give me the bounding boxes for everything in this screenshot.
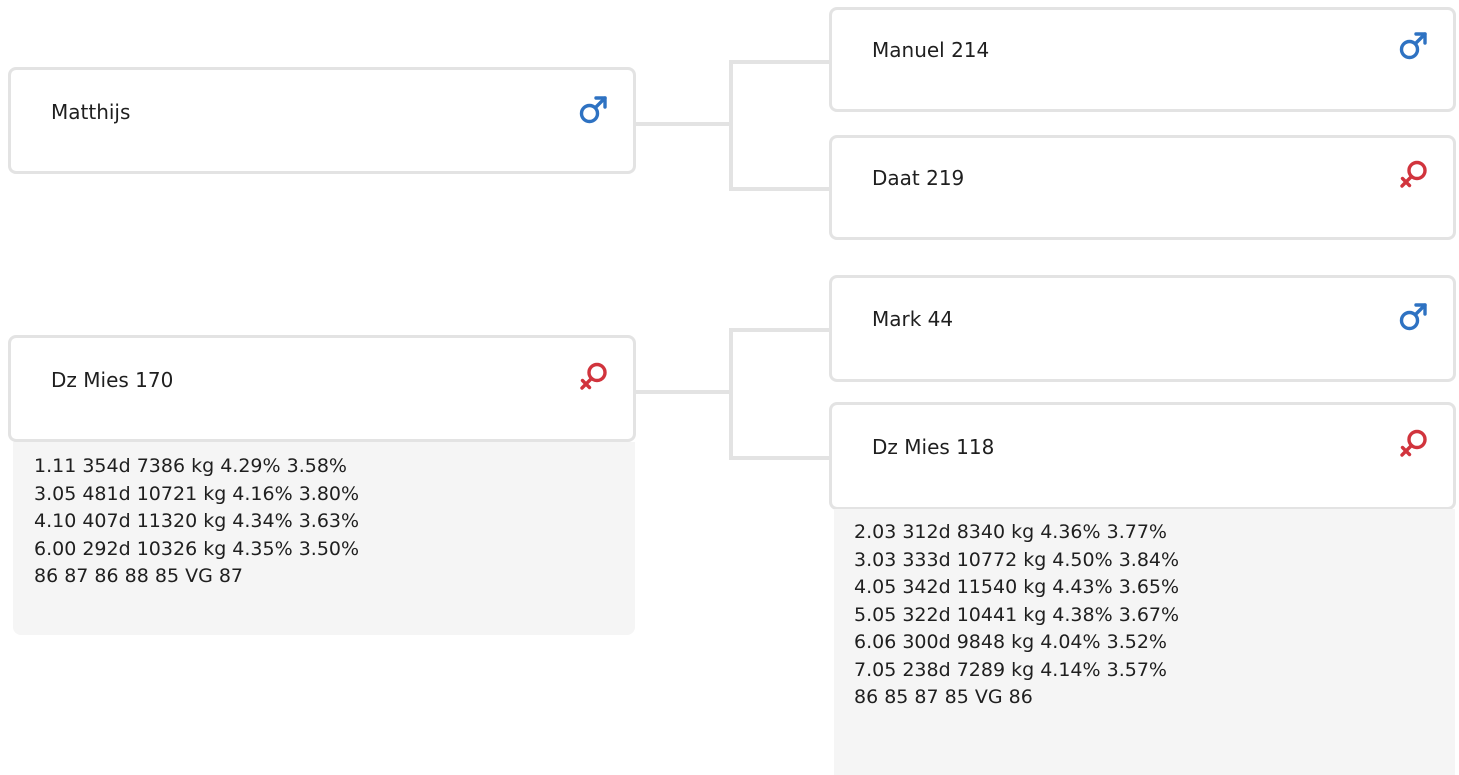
animal-name: Dz Mies 170 [51,368,174,392]
animal-name: Matthijs [51,100,131,124]
male-icon [1399,32,1427,60]
male-icon [579,96,607,124]
connector-dam-bracket [729,328,831,460]
stats-line: 3.03 333d 10772 kg 4.50% 3.84% [854,548,1180,571]
animal-name: Dz Mies 118 [872,435,995,459]
stats-line: 7.05 238d 7289 kg 4.14% 3.57% [854,658,1167,681]
stats-line: 1.11 354d 7386 kg 4.29% 3.58% [34,455,347,477]
animal-card-manuel-214[interactable]: Manuel 214 [829,7,1456,112]
female-icon [1400,429,1427,457]
stats-line: 5.05 322d 10441 kg 4.38% 3.67% [854,603,1180,626]
animal-card-dz-mies-170[interactable]: Dz Mies 170 [8,335,636,442]
stats-line: 4.10 407d 11320 kg 4.34% 3.63% [34,510,360,532]
connector-sire-bracket [729,60,831,191]
stats-line: 6.06 300d 9848 kg 4.04% 3.52% [854,631,1167,653]
animal-name: Daat 219 [872,166,965,190]
performance-stats: 1.11 354d 7386 kg 4.29% 3.58% 3.05 481d … [13,442,635,635]
performance-stats: 2.03 312d 8340 kg 4.36% 3.77% 3.03 333d … [834,509,1455,775]
stats-line: 86 87 86 88 85 VG 87 [34,565,244,587]
animal-name: Manuel 214 [872,38,990,62]
stats-line: 86 85 87 85 VG 86 [854,686,1033,708]
stats-line: 3.05 481d 10721 kg 4.16% 3.80% [34,482,360,505]
animal-name: Mark 44 [872,307,954,331]
stats-line: 4.05 342d 11540 kg 4.43% 3.65% [854,576,1180,598]
animal-card-dz-mies-118[interactable]: Dz Mies 118 [829,402,1456,510]
animal-card-mark-44[interactable]: Mark 44 [829,275,1456,382]
stats-line: 6.00 292d 10326 kg 4.35% 3.50% [34,537,360,560]
female-icon [580,362,607,390]
stats-line: 2.03 312d 8340 kg 4.36% 3.77% [854,521,1167,543]
animal-card-matthijs[interactable]: Matthijs [8,67,636,174]
female-icon [1400,160,1427,188]
male-icon [1399,303,1427,331]
animal-card-daat-219[interactable]: Daat 219 [829,135,1456,240]
